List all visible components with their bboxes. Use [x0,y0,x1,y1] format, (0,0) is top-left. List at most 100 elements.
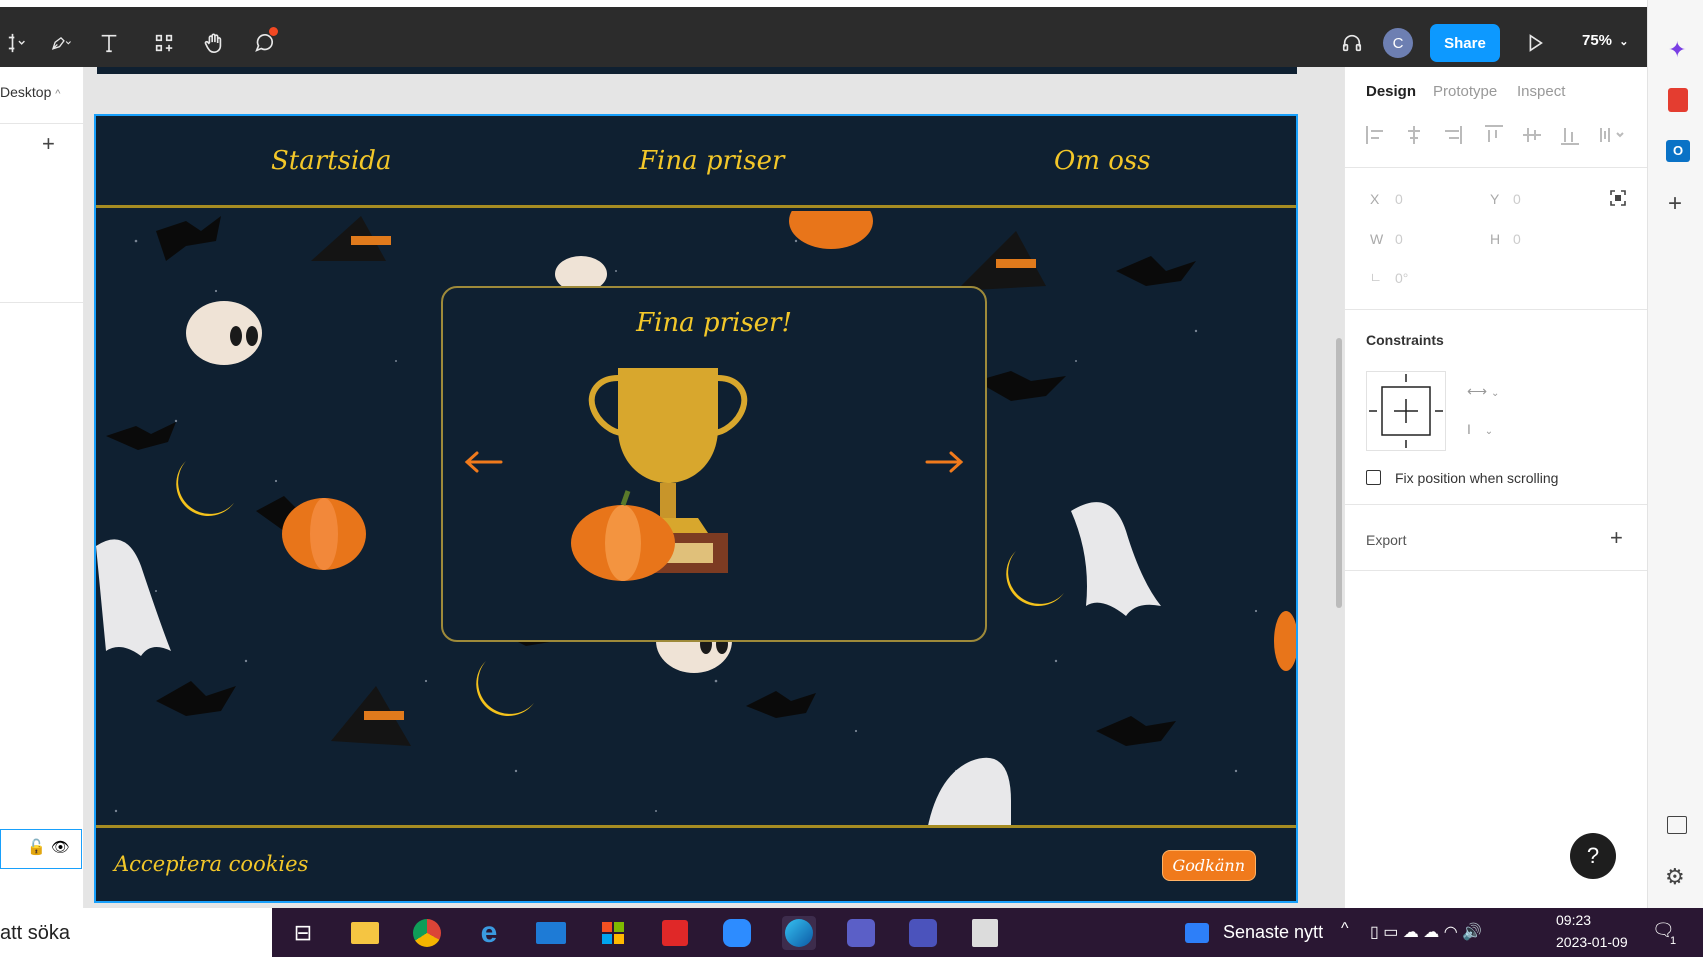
alignment-tools[interactable] [1365,124,1625,146]
chevron-down-icon: ⌄ [1490,388,1500,399]
constraints-widget[interactable] [1366,371,1446,451]
selected-layer-row[interactable]: 🔓 👁 [0,829,82,869]
desktop-frame[interactable]: Startsida Fina priser Om oss Fina priser… [94,114,1298,903]
audio-headphones-icon[interactable] [1334,25,1370,61]
help-button[interactable]: ? [1570,833,1616,879]
clock-time[interactable]: 09:23 [1556,912,1591,928]
mail-icon[interactable] [534,916,568,950]
layers-panel: Desktop ^ + 🔓 👁 [0,67,84,908]
fullscreen-focus-icon[interactable] [1609,189,1627,207]
divider [1345,504,1648,505]
hand-tool-icon[interactable] [196,25,232,61]
divider [0,302,84,303]
copilot-sparkle-icon[interactable]: ✦ [1668,37,1686,63]
lock-icon[interactable]: 🔓 [27,838,46,856]
page-selector[interactable]: Desktop ^ [0,84,60,100]
resources-icon[interactable] [146,25,182,61]
news-label[interactable]: Senaste nytt [1223,922,1323,943]
chevron-down-icon: ⌄ [1484,426,1494,437]
export-title: Export [1366,532,1407,548]
search-text: att söka [0,922,71,944]
horizontal-constraint-dropdown[interactable]: ⟷ ⌄ [1467,383,1499,400]
add-export-plus-icon[interactable]: + [1610,525,1623,551]
zoom-dropdown[interactable]: 75% ⌄ [1582,32,1628,49]
system-tray-chevron-icon[interactable]: ^ [1341,920,1349,938]
x-label: X [1370,191,1380,207]
divider [1345,570,1648,571]
card-title: Fina priser! [636,308,792,338]
rotation-input[interactable]: 0° [1395,270,1408,286]
previous-frame-edge [97,67,1297,74]
site-navbar: Startsida Fina priser Om oss [96,116,1296,208]
user-avatar[interactable]: C [1383,28,1413,58]
frame-tool-icon[interactable] [0,25,36,61]
divider [0,123,84,124]
internet-explorer-icon[interactable]: e [472,916,506,950]
microsoft-store-icon[interactable] [596,916,630,950]
nav-om-oss[interactable]: Om oss [1054,146,1151,176]
settings-gear-icon[interactable]: ⚙ [1665,864,1685,890]
chevron-up-icon: ^ [55,88,61,100]
share-button[interactable]: Share [1430,24,1500,62]
chrome-icon[interactable] [410,916,444,950]
notification-dot [269,27,278,36]
add-page-plus-icon[interactable]: + [42,131,55,157]
chevron-down-icon: ⌄ [1619,36,1629,48]
teams-icon[interactable] [844,916,878,950]
notification-count: 1 [1670,935,1677,947]
window-top-strip [0,0,1647,7]
edge-browser-icon[interactable] [782,916,816,950]
cookie-banner: Acceptera cookies Godkänn [96,825,1296,901]
trophy-pumpkin-image [571,368,748,581]
eye-visibility-icon[interactable]: 👁 [51,838,70,856]
h-input[interactable]: 0 [1513,231,1521,247]
fix-position-checkbox[interactable] [1366,470,1381,485]
canvas-scrollbar[interactable] [1336,338,1342,608]
browser-sidebar: ✦ O + ⚙ [1647,0,1703,908]
w-input[interactable]: 0 [1395,231,1403,247]
text-tool-icon[interactable] [91,25,127,61]
rotation-icon: ∟ [1370,270,1382,284]
fix-position-label: Fix position when scrolling [1395,470,1559,486]
pen-tool-icon[interactable] [38,25,84,61]
task-view-icon[interactable]: ⊟ [286,916,320,950]
zoom-app-icon[interactable] [720,916,754,950]
tab-inspect[interactable]: Inspect [1517,83,1565,100]
split-panel-icon[interactable] [1667,816,1687,834]
page-label: Desktop [0,84,52,100]
y-input[interactable]: 0 [1513,191,1521,207]
constraints-title: Constraints [1366,332,1444,348]
comment-tool-icon[interactable] [246,25,282,61]
arrow-left-icon[interactable] [463,450,503,474]
file-explorer-icon[interactable] [348,916,382,950]
w-label: W [1370,231,1384,247]
notepad-icon[interactable] [968,916,1002,950]
present-play-icon[interactable] [1517,25,1553,61]
nav-fina-priser[interactable]: Fina priser [639,146,784,176]
vertical-constraint-dropdown[interactable]: I ⌄ [1467,421,1493,437]
arrow-right-icon[interactable] [925,450,965,474]
accept-cookies-button[interactable]: Godkänn [1161,850,1256,881]
outlook-icon[interactable]: O [1666,140,1690,162]
nav-startsida[interactable]: Startsida [271,146,391,176]
zoom-value: 75% [1582,32,1613,49]
cookie-text: Acceptera cookies [114,852,309,876]
tab-design[interactable]: Design [1366,83,1416,100]
divider [1345,167,1648,168]
divider [1345,309,1648,310]
add-plus-icon[interactable]: + [1668,190,1682,218]
y-label: Y [1490,191,1500,207]
clock-date[interactable]: 2023-01-09 [1556,934,1628,950]
figma-toolbar: C Share 75% ⌄ [0,7,1647,67]
system-tray-icons[interactable]: ▯ ▭ ☁ ☁ ◠ 🔊 [1370,922,1482,942]
office-icon[interactable] [1668,88,1688,112]
teams-chat-icon[interactable] [906,916,940,950]
h-label: H [1490,231,1501,247]
design-panel: Design Prototype Inspect X 0 Y 0 W 0 H 0… [1344,67,1648,908]
prize-card: Fina priser! [441,286,987,642]
taskbar-search[interactable]: att söka [0,908,272,957]
gift-app-icon[interactable] [658,916,692,950]
x-input[interactable]: 0 [1395,191,1403,207]
tab-prototype[interactable]: Prototype [1433,83,1497,100]
news-widget-icon[interactable] [1180,916,1214,950]
